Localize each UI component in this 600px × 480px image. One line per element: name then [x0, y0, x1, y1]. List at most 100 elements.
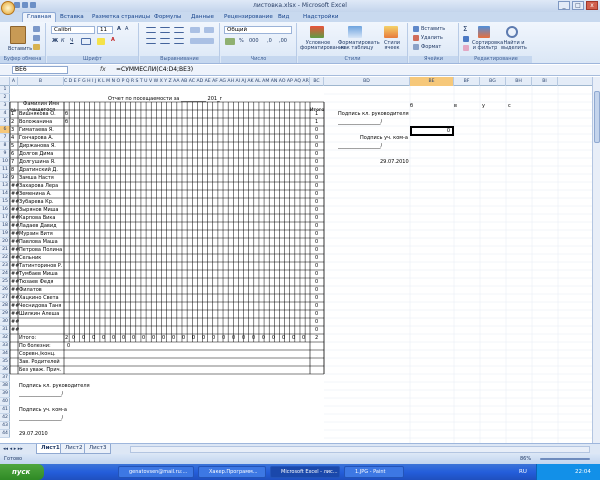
student-total[interactable]: 0 — [315, 182, 318, 190]
code-u[interactable]: у — [482, 102, 485, 110]
student-name[interactable]: Долгов Дима — [19, 150, 64, 158]
student-total[interactable]: 1 — [315, 118, 318, 126]
grow-font-icon[interactable]: A — [117, 26, 121, 32]
tab-view[interactable]: Вид — [278, 14, 289, 20]
unexcused-row-label[interactable]: Без уваж. Прич. — [19, 366, 61, 374]
sort-filter-button[interactable]: Сортировка и фильтр — [472, 41, 503, 51]
student-number[interactable]: ## — [11, 326, 19, 334]
tab-review[interactable]: Рецензирование — [224, 14, 273, 20]
borders-icon[interactable] — [81, 38, 91, 45]
student-total[interactable]: 0 — [315, 174, 318, 182]
code-b[interactable]: б — [410, 102, 413, 110]
fx-icon[interactable]: fx — [100, 66, 106, 73]
decrease-decimal-icon[interactable]: ,00 — [279, 38, 287, 44]
total-row-day-value[interactable]: 0 — [262, 334, 265, 342]
increase-decimal-icon[interactable]: ,0 — [267, 38, 272, 44]
student-name[interactable]: Диржанова Я. — [19, 142, 64, 150]
student-total[interactable]: 0 — [315, 254, 318, 262]
student-total[interactable]: 0 — [315, 198, 318, 206]
student-mark[interactable]: б — [65, 110, 68, 118]
total-row-day-value[interactable]: 0 — [192, 334, 195, 342]
cut-icon[interactable] — [33, 26, 40, 32]
right-committee-signature-label[interactable]: Подпись уч. ком-а — [360, 134, 408, 142]
merge-center-icon[interactable] — [190, 38, 214, 44]
sheet-tab-3[interactable]: Лист3 — [84, 444, 112, 454]
total-row-day-value[interactable]: 0 — [242, 334, 245, 342]
tab-addins[interactable]: Надстройки — [303, 14, 338, 20]
paste-icon[interactable] — [10, 26, 26, 44]
font-size-select[interactable]: 11 — [97, 26, 113, 34]
tab-home[interactable]: Главная — [22, 12, 57, 22]
total-row-day-value[interactable]: 0 — [302, 334, 305, 342]
student-total[interactable]: 0 — [315, 126, 318, 134]
student-total[interactable]: 1 — [315, 110, 318, 118]
competitions-row-label[interactable]: Соревн./конц. — [19, 350, 56, 358]
find-select-icon[interactable] — [506, 26, 518, 38]
total-row-day-value[interactable]: 0 — [132, 334, 135, 342]
total-row-day-value[interactable]: 0 — [162, 334, 165, 342]
bold-icon[interactable]: Ж — [52, 38, 58, 44]
student-total[interactable]: 0 — [315, 302, 318, 310]
office-button[interactable] — [1, 1, 15, 15]
tab-formulas[interactable]: Формулы — [154, 14, 181, 20]
student-name[interactable]: Карпова Вика — [19, 214, 64, 222]
student-total[interactable]: 0 — [315, 310, 318, 318]
align-middle-icon[interactable] — [160, 27, 170, 33]
total-row-day-value[interactable]: 0 — [112, 334, 115, 342]
maximize-button[interactable]: □ — [572, 1, 584, 10]
taskbar-excel[interactable]: Microsoft Excel - лис... — [270, 466, 340, 478]
student-name[interactable]: Земенина А. — [19, 190, 64, 198]
autosum-icon[interactable]: Σ — [463, 25, 467, 33]
insert-cells-button[interactable]: Вставить — [421, 26, 445, 32]
teacher-signature-label[interactable]: Подпись кл. руководителя — [19, 382, 90, 390]
orientation-icon[interactable] — [190, 27, 200, 33]
formula-input[interactable]: =СУММЕСЛИ(C4:D4;BE3) — [116, 66, 193, 73]
total-row-day-value[interactable]: 0 — [182, 334, 185, 342]
student-name[interactable]: Хацкино Света — [19, 294, 64, 302]
align-left-icon[interactable] — [146, 38, 156, 44]
find-select-button[interactable]: Найти и выделить — [500, 41, 528, 51]
student-name[interactable]: Захарова Лера — [19, 182, 64, 190]
code-s[interactable]: с — [508, 102, 511, 110]
student-number[interactable]: 7 — [11, 158, 14, 166]
taskbar-hacker[interactable]: Хакер.Программ... — [198, 466, 266, 478]
student-number[interactable]: 8 — [11, 166, 14, 174]
number-format-select[interactable]: Общий — [224, 26, 292, 34]
right-teacher-signature-label[interactable]: Подпись кл. руководителя — [338, 110, 409, 118]
sick-row-value[interactable]: 0 — [67, 342, 70, 350]
tab-page-layout[interactable]: Разметка страницы — [92, 14, 150, 20]
language-indicator[interactable]: RU — [519, 464, 527, 480]
format-cells-button[interactable]: Формат — [421, 44, 441, 50]
student-name[interactable]: Татинторинов Р. — [19, 262, 64, 270]
copy-icon[interactable] — [33, 35, 40, 41]
close-button[interactable]: x — [586, 1, 598, 10]
vertical-scrollbar[interactable] — [592, 77, 600, 443]
minimize-button[interactable]: _ — [558, 1, 570, 10]
student-name[interactable]: Павлова Маша — [19, 238, 64, 246]
code-v[interactable]: в — [454, 102, 457, 110]
student-name[interactable]: Дратинский Д. — [19, 166, 64, 174]
cell-styles-button[interactable]: Стили ячеек — [378, 41, 406, 51]
align-top-icon[interactable] — [146, 27, 156, 33]
align-bottom-icon[interactable] — [174, 27, 184, 33]
student-total[interactable]: 0 — [315, 230, 318, 238]
tab-data[interactable]: Данные — [191, 14, 214, 20]
right-report-date[interactable]: 29.07.2010 — [380, 158, 409, 166]
student-number[interactable]: 2 — [11, 118, 14, 126]
student-name[interactable]: Гиматаева Я. — [19, 126, 64, 134]
total-row-day-value[interactable]: 0 — [222, 334, 225, 342]
font-name-select[interactable]: Calibri — [51, 26, 95, 34]
insert-cells-icon[interactable] — [413, 26, 419, 32]
report-title[interactable]: Отчет по посещаемости за __________ 201_… — [108, 95, 222, 103]
student-number[interactable]: 6 — [11, 150, 14, 158]
font-color-icon[interactable]: A — [111, 37, 115, 43]
student-number[interactable]: 1 — [11, 110, 14, 118]
total-row-day-value[interactable]: 0 — [232, 334, 235, 342]
percent-icon[interactable]: % — [239, 38, 244, 44]
horizontal-scrollbar[interactable] — [130, 446, 590, 453]
student-name[interactable]: Петрова Полина — [19, 246, 64, 254]
total-row-day-value[interactable]: 0 — [202, 334, 205, 342]
zoom-slider[interactable] — [540, 458, 590, 460]
align-center-icon[interactable] — [160, 38, 170, 44]
wrap-text-icon[interactable] — [204, 27, 214, 33]
